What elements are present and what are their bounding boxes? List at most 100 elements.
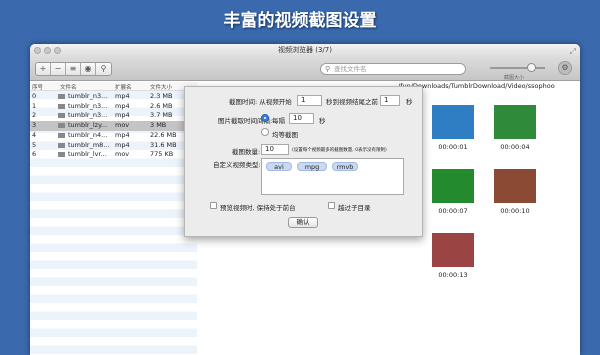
banner-title: 丰富的视频截图设置 <box>223 11 377 31</box>
row-index: 2 <box>32 111 37 120</box>
toolbar: + − ≡ ◉ ⚲ ⚲ 查找文件名 截图大小 ⚙ <box>30 57 580 81</box>
skip-subdirs-checkbox[interactable] <box>328 202 335 209</box>
start-label: 截图时间: 从视频开始 <box>229 98 292 106</box>
video-thumbnail[interactable] <box>432 105 474 139</box>
row-filename: tumblr_n4... <box>68 130 108 139</box>
types-label: 自定义视频类型: <box>213 161 261 169</box>
minimize-window-button[interactable] <box>44 47 51 54</box>
row-ext: mp4 <box>115 140 130 149</box>
video-thumbnail[interactable] <box>494 105 536 139</box>
row-index: 4 <box>32 130 37 139</box>
row-ext: mov <box>115 121 130 130</box>
seconds-unit: 秒 <box>406 98 413 106</box>
count-label: 截图数量: <box>232 148 261 156</box>
row-index: 5 <box>32 140 37 149</box>
every-label: 每隔 <box>272 117 285 125</box>
col-size[interactable]: 文件大小 <box>150 83 172 91</box>
row-size: 775 KB <box>150 150 174 159</box>
window-title: 视频浏览器 (3/7) <box>278 46 332 54</box>
row-ext: mp4 <box>115 92 130 100</box>
table-row[interactable]: 4 tumblr_n4... mp4 22.6 MB <box>30 131 197 141</box>
file-icon <box>58 123 65 129</box>
interval-seconds-unit: 秒 <box>319 117 326 125</box>
file-icon <box>58 142 65 148</box>
count-input[interactable]: 10 <box>261 144 289 155</box>
keep-front-checkbox[interactable] <box>210 202 217 209</box>
row-filename: tumblr_n3... <box>68 101 108 110</box>
row-ext: mp4 <box>115 101 130 110</box>
col-ext[interactable]: 扩展名 <box>115 83 132 91</box>
eye-icon[interactable]: ◉ <box>81 63 96 75</box>
even-capture-radio[interactable] <box>261 128 269 136</box>
file-icon <box>58 113 65 119</box>
video-thumbnail[interactable] <box>432 169 474 203</box>
gear-icon[interactable]: ⚙ <box>558 61 572 75</box>
window-controls <box>34 47 61 54</box>
start-seconds-input[interactable]: 1 <box>297 95 322 106</box>
preview-pane: /fun/Downloads/TumblrDownload/Video/ssop… <box>398 82 580 355</box>
col-filename[interactable]: 文件名 <box>60 83 77 91</box>
video-thumbnail[interactable] <box>494 169 536 203</box>
interval-every-radio[interactable] <box>261 114 269 122</box>
row-filename: tumblr_lzy... <box>68 121 108 130</box>
table-row[interactable]: 1 tumblr_n3... mp4 2.6 MB <box>30 102 197 112</box>
thumbnail-time: 00:00:10 <box>500 207 530 215</box>
folder-path: /fun/Downloads/TumblrDownload/Video/ssop… <box>398 82 555 90</box>
keep-front-label: 预览视频时, 保持处于前台 <box>220 204 296 212</box>
search-icon: ⚲ <box>325 65 331 73</box>
file-icon <box>58 152 65 158</box>
row-size: 2.6 MB <box>150 101 173 110</box>
confirm-button[interactable]: 确认 <box>288 217 318 228</box>
row-size: 31.6 MB <box>150 140 177 149</box>
row-index: 3 <box>32 121 37 130</box>
file-list: 序号 文件名 扩展名 文件大小 0 tumblr_n3... mp4 2.3 MB 1 t… <box>30 82 197 355</box>
type-tag-rmvb[interactable]: rmvb <box>332 162 358 171</box>
col-index[interactable]: 序号 <box>32 83 43 91</box>
toolbar-buttons: + − ≡ ◉ ⚲ <box>35 62 112 76</box>
video-types-field[interactable]: avi mpg rmvb <box>261 158 404 195</box>
even-capture-label: 均等截图 <box>272 131 298 139</box>
file-icon <box>58 132 65 138</box>
remove-icon[interactable]: − <box>51 63 66 75</box>
thumbnail-size-slider[interactable] <box>490 63 545 72</box>
table-row[interactable]: 3 tumblr_lzy... mov 3 MB <box>30 121 197 131</box>
interval-seconds-input[interactable]: 10 <box>289 113 314 124</box>
end-seconds-input[interactable]: 1 <box>380 95 400 106</box>
thumbnail-time: 00:00:13 <box>438 271 468 279</box>
search-placeholder: 查找文件名 <box>334 65 367 73</box>
row-size: 2.3 MB <box>150 92 173 100</box>
slider-label: 截图大小 <box>504 75 525 81</box>
list-icon[interactable]: ≡ <box>66 63 81 75</box>
row-ext: mov <box>115 150 130 159</box>
row-index: 6 <box>32 150 37 159</box>
title-bar: 视频浏览器 (3/7) ⤢ <box>30 44 580 57</box>
table-row[interactable]: 2 tumblr_n3... mp4 3.7 MB <box>30 111 197 121</box>
skip-subdirs-label: 越过子目录 <box>338 204 371 212</box>
row-filename: tumblr_lvr... <box>68 150 107 159</box>
slider-knob[interactable] <box>527 63 536 72</box>
row-filename: tumblr_n3... <box>68 92 108 100</box>
row-filename: tumblr_m8... <box>68 140 110 149</box>
table-row[interactable]: 0 tumblr_n3... mp4 2.3 MB <box>30 92 197 102</box>
row-size: 3 MB <box>150 121 167 130</box>
row-index: 0 <box>32 92 37 100</box>
thumbnail-time: 00:00:07 <box>438 207 468 215</box>
row-ext: mp4 <box>115 130 130 139</box>
search-input[interactable]: ⚲ 查找文件名 <box>320 63 466 75</box>
list-header: 序号 文件名 扩展名 文件大小 <box>30 82 197 91</box>
type-tag-mpg[interactable]: mpg <box>297 162 327 171</box>
count-hint: (设置每个视频最多的截图数量, 0表示没有限制) <box>292 148 387 153</box>
row-ext: mp4 <box>115 111 130 120</box>
row-index: 1 <box>32 101 37 110</box>
zoom-window-button[interactable] <box>54 47 61 54</box>
table-row[interactable]: 5 tumblr_m8... mp4 31.6 MB <box>30 141 197 151</box>
table-row[interactable]: 6 tumblr_lvr... mov 775 KB <box>30 150 197 160</box>
type-tag-avi[interactable]: avi <box>266 162 292 171</box>
screenshot-settings-dialog: 截图时间: 从视频开始 1 秒到视频结尾之前 1 秒 图片截取时间间隔: 每隔 … <box>184 86 423 237</box>
search-tool-icon[interactable]: ⚲ <box>96 63 111 75</box>
close-window-button[interactable] <box>34 47 41 54</box>
file-icon <box>58 103 65 109</box>
video-thumbnail[interactable] <box>432 233 474 267</box>
end-label: 秒到视频结尾之前 <box>326 98 378 106</box>
add-icon[interactable]: + <box>36 63 51 75</box>
